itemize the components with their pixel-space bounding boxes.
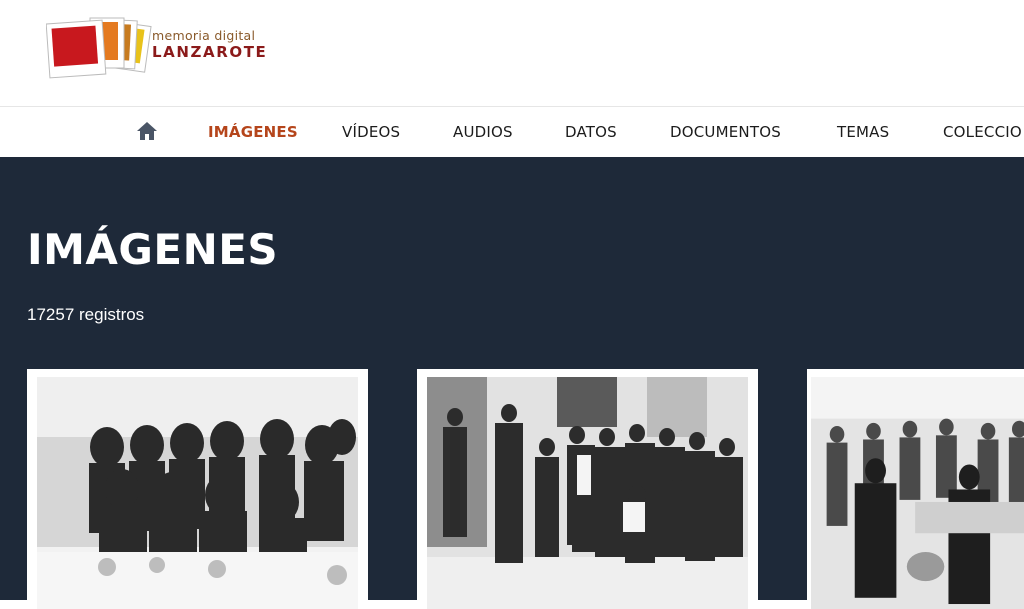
home-icon[interactable] (136, 121, 158, 141)
image-card[interactable] (27, 369, 368, 609)
nav-item-datos[interactable]: DATOS (565, 123, 617, 141)
page-title: IMÁGENES (27, 225, 279, 274)
nav-item-imagenes[interactable]: IMÁGENES (208, 123, 298, 141)
nav-item-videos[interactable]: VÍDEOS (342, 123, 400, 141)
image-card[interactable] (417, 369, 758, 609)
image-card[interactable] (807, 369, 1024, 609)
nav-item-audios[interactable]: AUDIOS (453, 123, 513, 141)
nav-item-documentos[interactable]: DOCUMENTOS (670, 123, 781, 141)
photo-thumbnail (811, 377, 1024, 609)
logo-text[interactable]: memoria digital LANZAROTE (152, 28, 268, 62)
nav-item-temas[interactable]: TEMAS (837, 123, 889, 141)
logo-subtitle: memoria digital (152, 28, 256, 43)
record-count: 17257 registros (27, 305, 145, 324)
site-header: memoria digital LANZAROTE (0, 0, 1024, 106)
main-nav: IMÁGENES VÍDEOS AUDIOS DATOS DOCUMENTOS … (0, 106, 1024, 157)
content-band: IMÁGENES 17257 registros (0, 157, 1024, 609)
logo-title: LANZAROTE (152, 43, 268, 61)
photo-thumbnail (37, 377, 358, 609)
photo-thumbnail (427, 377, 748, 609)
nav-item-colecciones[interactable]: COLECCIO (943, 123, 1022, 141)
